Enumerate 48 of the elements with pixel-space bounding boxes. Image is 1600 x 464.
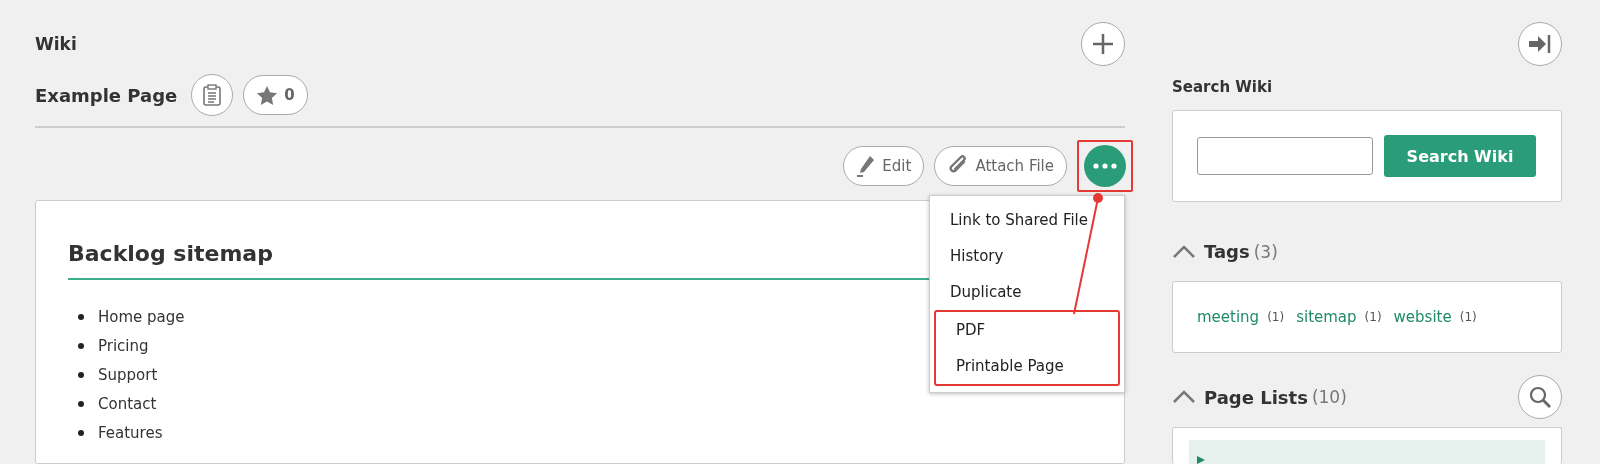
plus-icon [1091,32,1115,56]
star-icon [256,84,279,106]
list-item: Home page [98,306,185,327]
edit-button[interactable]: Edit [843,146,925,186]
search-icon [1528,385,1552,409]
wiki-title: Wiki [35,34,77,54]
tags-count: (3) [1253,241,1278,262]
collapse-caret-icon[interactable] [1172,390,1196,404]
list-item: Support [98,364,158,385]
pen-icon [856,155,877,177]
search-button[interactable] [1518,375,1562,419]
page-title: Example Page [35,84,178,106]
add-button[interactable] [1081,22,1125,66]
triangle-icon [1197,456,1205,464]
list-item: Pricing [98,335,149,356]
tag-link[interactable]: website [1393,308,1452,326]
more-button[interactable] [1084,145,1126,187]
search-button[interactable]: Search Wiki [1384,135,1536,177]
tag-count: (1) [1267,310,1285,324]
bullet-icon [78,371,84,378]
copy-button[interactable] [191,74,234,116]
bullet-icon [78,313,84,320]
menu-item[interactable]: Duplicate [930,274,1124,310]
clipboard-icon [203,84,222,106]
tag-count: (1) [1459,310,1477,324]
list-item: Contact [98,393,157,414]
arrow-to-line-icon [1528,34,1552,54]
more-icon [1093,163,1117,169]
tags-title: Tags [1204,241,1250,262]
search-title: Search Wiki [1172,78,1274,96]
collapse-caret-icon[interactable] [1172,244,1196,259]
bullet-icon [78,400,84,407]
tag-link[interactable]: sitemap [1296,308,1357,326]
page-lists-count: (10) [1311,387,1347,407]
page-lists-title: Page Lists [1204,386,1308,408]
tag-count: (1) [1364,310,1382,324]
search-field[interactable] [1197,137,1373,175]
menu-item[interactable]: PDF [936,312,1118,348]
attach-file-button[interactable]: Attach File [934,146,1067,186]
collapse-sidebar-button[interactable] [1518,22,1562,66]
star-button[interactable]: 0 [243,75,308,115]
menu-item[interactable]: Printable Page [936,348,1118,384]
menu-item[interactable]: Link to Shared File [930,202,1124,238]
list-item: Features [98,422,163,443]
bullet-icon [78,429,84,436]
menu-item[interactable]: History [930,238,1124,274]
bullet-icon [78,342,84,349]
tag-link[interactable]: meeting [1197,308,1260,326]
